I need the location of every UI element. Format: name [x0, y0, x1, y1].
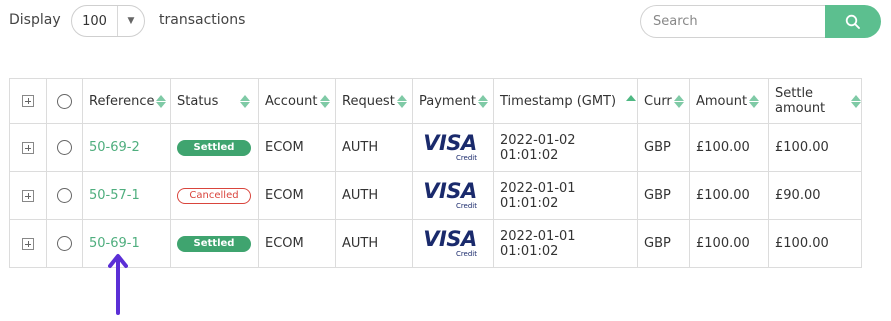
expand-cell[interactable]	[9, 219, 47, 268]
transactions-label: transactions	[159, 12, 246, 28]
status-badge: Settled	[177, 236, 251, 252]
account-cell: ECOM	[258, 171, 336, 220]
expand-cell[interactable]	[9, 123, 47, 172]
timestamp-cell: 2022-01-02 01:01:02	[493, 123, 638, 172]
chevron-down-icon[interactable]: ▼	[118, 16, 144, 26]
column-header-timestamp[interactable]: Timestamp (GMT)	[493, 78, 638, 124]
reference-cell: 50-57-1	[82, 171, 171, 220]
status-cell: Settled	[170, 219, 259, 268]
currency-cell: GBP	[637, 171, 690, 220]
reference-cell: 50-69-2	[82, 123, 171, 172]
reference-link[interactable]: 50-57-1	[89, 188, 140, 203]
column-label: Request	[342, 93, 395, 109]
timestamp-cell: 2022-01-01 01:01:02	[493, 171, 638, 220]
column-label: Timestamp (GMT)	[500, 93, 617, 109]
select-all-header[interactable]	[46, 78, 83, 124]
select-cell[interactable]	[46, 171, 83, 220]
column-header-amount[interactable]: Amount	[689, 78, 769, 124]
column-label: Reference	[89, 93, 155, 109]
currency-cell: GBP	[637, 123, 690, 172]
visa-credit-logo: VISA Credit	[423, 131, 477, 163]
settle-amount-cell: £90.00	[768, 171, 862, 220]
plus-square-icon[interactable]	[22, 189, 34, 202]
sort-icon[interactable]	[749, 94, 760, 108]
table-row: 50-69-1 Settled ECOM AUTH VISA Credit 202…	[9, 219, 862, 268]
settle-amount-cell: £100.00	[768, 219, 862, 268]
account-cell: ECOM	[258, 219, 336, 268]
sort-icon[interactable]	[851, 94, 861, 108]
visa-credit-logo: VISA Credit	[423, 179, 477, 211]
amount-cell: £100.00	[689, 123, 769, 172]
amount-cell: £100.00	[689, 171, 769, 220]
page-size-value: 100	[82, 13, 107, 29]
sort-icon[interactable]	[240, 94, 251, 108]
select-cell[interactable]	[46, 123, 83, 172]
column-label: Payment	[419, 93, 476, 109]
payment-cell: VISA Credit	[412, 171, 494, 220]
expand-cell[interactable]	[9, 171, 47, 220]
column-header-reference[interactable]: Reference	[82, 78, 171, 124]
status-badge: Cancelled	[177, 188, 251, 204]
request-cell: AUTH	[335, 171, 413, 220]
expand-all-header[interactable]	[9, 78, 47, 124]
sort-ascending-icon[interactable]	[626, 95, 637, 101]
column-header-payment[interactable]: Payment	[412, 78, 494, 124]
display-label: Display	[9, 12, 61, 28]
plus-square-icon[interactable]	[22, 95, 34, 107]
search-input[interactable]	[640, 5, 825, 38]
search-icon	[845, 14, 860, 29]
account-cell: ECOM	[258, 123, 336, 172]
reference-link[interactable]: 50-69-1	[89, 236, 140, 251]
table-row: 50-57-1 Cancelled ECOM AUTH VISA Credit 2…	[9, 171, 862, 220]
radio-icon[interactable]	[57, 188, 72, 203]
timestamp-cell: 2022-01-01 01:01:02	[493, 219, 638, 268]
payment-cell: VISA Credit	[412, 219, 494, 268]
column-header-settle-amount[interactable]: Settle amount	[768, 78, 862, 124]
column-label: Account	[265, 93, 318, 109]
reference-link[interactable]: 50-69-2	[89, 140, 140, 155]
table-header-row: Reference Status Account Request Payment…	[9, 78, 862, 124]
column-label: Status	[177, 93, 219, 109]
column-header-request[interactable]: Request	[335, 78, 413, 124]
payment-cell: VISA Credit	[412, 123, 494, 172]
sort-icon[interactable]	[477, 94, 488, 108]
column-label: Settle amount	[775, 86, 826, 116]
table-row: 50-69-2 Settled ECOM AUTH VISA Credit 202…	[9, 123, 862, 172]
plus-square-icon[interactable]	[22, 141, 34, 154]
transactions-table: Reference Status Account Request Payment…	[9, 78, 862, 268]
radio-icon[interactable]	[57, 93, 72, 109]
page-size-select[interactable]: 100 ▼	[71, 5, 145, 37]
status-cell: Settled	[170, 123, 259, 172]
sort-icon[interactable]	[156, 94, 167, 108]
sort-icon[interactable]	[396, 94, 407, 108]
plus-square-icon[interactable]	[22, 237, 34, 250]
visa-credit-logo: VISA Credit	[423, 227, 477, 259]
request-cell: AUTH	[335, 123, 413, 172]
currency-cell: GBP	[637, 219, 690, 268]
search-bar	[640, 5, 881, 38]
settle-amount-cell: £100.00	[768, 123, 862, 172]
status-badge: Settled	[177, 140, 251, 156]
amount-cell: £100.00	[689, 219, 769, 268]
radio-icon[interactable]	[57, 236, 72, 251]
request-cell: AUTH	[335, 219, 413, 268]
sort-icon[interactable]	[673, 94, 684, 108]
column-header-currency[interactable]: Curr	[637, 78, 690, 124]
arrow-up-icon	[108, 254, 128, 315]
sort-icon[interactable]	[319, 94, 330, 108]
search-button[interactable]	[825, 5, 881, 38]
status-cell: Cancelled	[170, 171, 259, 220]
column-header-account[interactable]: Account	[258, 78, 336, 124]
select-cell[interactable]	[46, 219, 83, 268]
radio-icon[interactable]	[57, 140, 72, 155]
column-label: Amount	[696, 93, 748, 109]
column-header-status[interactable]: Status	[170, 78, 259, 124]
column-label: Curr	[644, 93, 672, 109]
